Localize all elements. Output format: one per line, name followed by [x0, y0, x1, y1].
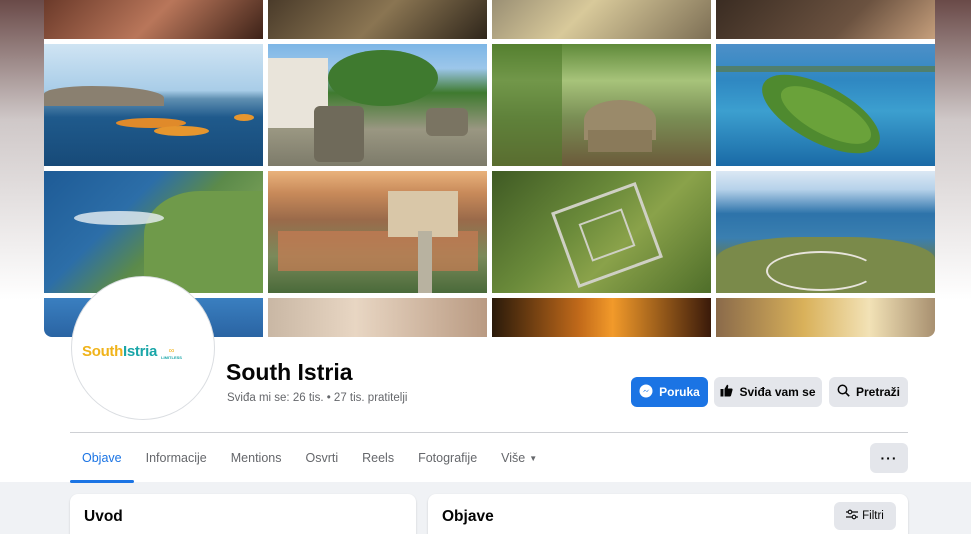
cover-tile-ruins [492, 171, 711, 293]
tab-reels[interactable]: Reels [350, 443, 406, 479]
tab-osvrti[interactable]: Osvrti [293, 443, 350, 479]
cover-tile-old-town [268, 171, 487, 293]
cover-tile-island [716, 44, 935, 166]
tab-label: Fotografije [418, 451, 478, 465]
cover-tile-sunset [492, 298, 711, 337]
header-divider [70, 432, 908, 433]
posts-card-title: Objave [442, 508, 494, 525]
messenger-icon [639, 384, 653, 401]
filter-button[interactable]: Filtri [834, 502, 896, 530]
thumbs-up-icon [720, 384, 734, 400]
tab-label: Objave [82, 451, 122, 465]
message-button-label: Poruka [659, 385, 700, 399]
search-button[interactable]: Pretraži [829, 377, 908, 407]
tab-mentions[interactable]: Mentions [219, 443, 294, 479]
like-button[interactable]: Sviđa vam se [714, 377, 822, 407]
cover-tile-oil [268, 0, 487, 39]
search-icon [837, 384, 850, 400]
cover-tile-glasses [492, 0, 711, 39]
cover-tile-hands-craft [268, 298, 487, 337]
tab-label: Osvrti [305, 451, 339, 465]
intro-card-title: Uvod [84, 508, 123, 525]
filter-button-label: Filtri [862, 510, 884, 522]
page-header: South Istria ∞ LIMITLESS South Istria Sv… [0, 0, 971, 483]
page-tabs: Objave Informacije Mentions Osvrti Reels… [70, 443, 549, 483]
infinity-icon: ∞ [168, 346, 175, 355]
more-options-button[interactable]: ··· [870, 443, 908, 473]
like-button-label: Sviđa vam se [739, 385, 816, 399]
page-title: South Istria [226, 359, 353, 385]
cover-tile-town-square [268, 44, 487, 166]
message-button[interactable]: Poruka [631, 377, 708, 407]
tab-label: Mentions [230, 451, 282, 465]
cover-tile-coastline [44, 171, 263, 293]
tab-label: Više [501, 451, 526, 465]
cover-tile-hands [716, 0, 935, 39]
page-stats[interactable]: Sviđa mi se: 26 tis. • 27 tis. pratitelj… [227, 392, 407, 404]
tab-fotografije[interactable]: Fotografije [406, 443, 489, 479]
cover-tile-kazun-hut [492, 44, 711, 166]
posts-card: Objave Filtri [428, 494, 908, 534]
south-istria-logo: South Istria ∞ LIMITLESS [82, 343, 182, 360]
intro-card: Uvod [70, 494, 416, 534]
tab-vise[interactable]: Više ▼ [489, 443, 549, 479]
tab-objave[interactable]: Objave [70, 443, 134, 483]
logo-istria-text: Istria [123, 343, 158, 360]
tab-label: Reels [362, 451, 395, 465]
sliders-icon [846, 509, 859, 523]
search-button-label: Pretraži [855, 385, 901, 399]
logo-mark: ∞ LIMITLESS [161, 346, 182, 361]
ellipsis-icon: ··· [880, 450, 898, 466]
cover-tile-peninsula [716, 171, 935, 293]
chevron-down-icon: ▼ [529, 454, 538, 464]
cover-tile-kayaks [44, 44, 263, 166]
cover-tile-street [716, 298, 935, 337]
page-avatar[interactable]: South Istria ∞ LIMITLESS [72, 277, 214, 419]
cover-tile-food [44, 0, 263, 39]
logo-south-text: South [82, 343, 123, 360]
tab-informacije[interactable]: Informacije [134, 443, 219, 479]
tab-label: Informacije [145, 451, 207, 465]
logo-tagline: LIMITLESS [161, 355, 182, 360]
